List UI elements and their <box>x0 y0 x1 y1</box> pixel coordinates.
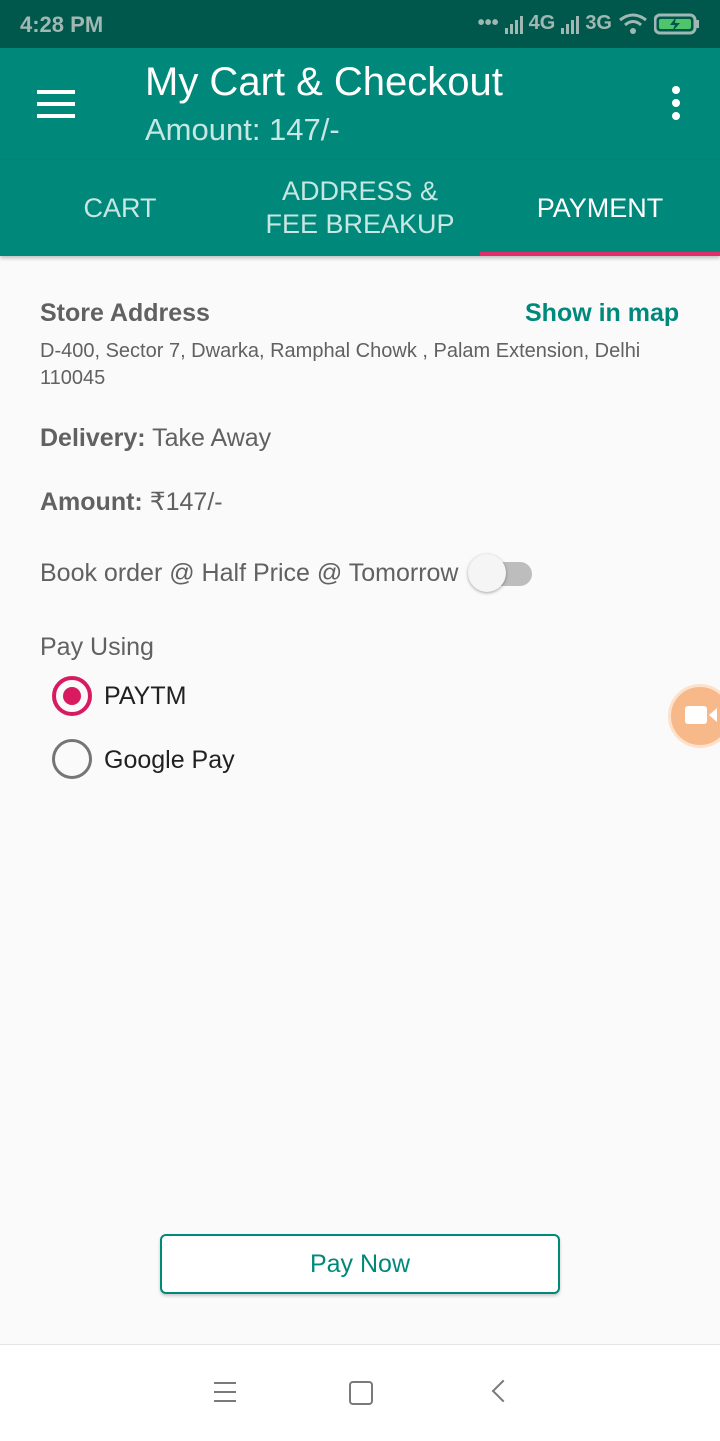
pay-now-button[interactable]: Pay Now <box>160 1234 560 1294</box>
screen-record-button[interactable] <box>668 684 720 748</box>
pay-using-label: Pay Using <box>40 633 154 661</box>
battery-icon <box>654 13 699 34</box>
more-dots-icon: ••• <box>477 12 499 34</box>
page-title: My Cart & Checkout <box>145 60 503 104</box>
amount-value: ₹147/- <box>149 488 223 516</box>
delivery-value: Take Away <box>152 424 272 452</box>
status-time: 4:28 PM <box>20 12 104 37</box>
back-icon[interactable] <box>491 1379 515 1403</box>
tab-address-fee-breakup[interactable]: ADDRESS & FEE BREAKUP <box>240 160 480 256</box>
delivery-row: Delivery: Take Away <box>40 424 271 453</box>
video-camera-icon <box>685 706 717 724</box>
google-pay-label[interactable]: Google Pay <box>104 746 235 775</box>
system-nav-bar <box>0 1344 720 1441</box>
paytm-radio[interactable] <box>52 676 92 716</box>
page-subtitle: Amount: 147/- <box>145 112 340 147</box>
amount-row: Amount: ₹147/- <box>40 487 223 517</box>
home-icon[interactable] <box>349 1381 373 1405</box>
status-bar: 4:28 PM ••• 4G 3G <box>0 0 720 48</box>
wifi-icon <box>619 13 647 34</box>
store-address-text: D-400, Sector 7, Dwarka, Ramphal Chowk ,… <box>40 340 641 389</box>
overflow-menu-icon[interactable] <box>668 86 684 122</box>
signal-icon-2 <box>561 14 580 34</box>
tab-cart[interactable]: CART <box>0 160 240 256</box>
menu-icon[interactable] <box>37 90 75 118</box>
signal-icon <box>504 14 523 34</box>
network-label-1: 4G <box>528 12 556 34</box>
paytm-label[interactable]: PAYTM <box>104 682 186 711</box>
half-price-label: Book order @ Half Price @ Tomorrow <box>40 559 459 587</box>
show-in-map-link[interactable]: Show in map <box>525 299 679 328</box>
status-icons: ••• 4G 3G <box>478 12 700 35</box>
toggle-thumb <box>468 554 506 592</box>
recents-icon[interactable] <box>214 1382 236 1402</box>
network-label-2: 3G <box>585 12 612 34</box>
delivery-label: Delivery: <box>40 424 146 452</box>
tab-bar: CART ADDRESS & FEE BREAKUP PAYMENT <box>0 160 720 256</box>
google-pay-radio[interactable] <box>52 739 92 779</box>
amount-label: Amount: <box>40 488 143 516</box>
app-bar: My Cart & Checkout Amount: 147/- <box>0 48 720 160</box>
active-tab-indicator <box>480 252 720 256</box>
tab-payment[interactable]: PAYMENT <box>480 160 720 256</box>
half-price-toggle[interactable] <box>468 554 534 594</box>
store-address-label: Store Address <box>40 299 210 327</box>
